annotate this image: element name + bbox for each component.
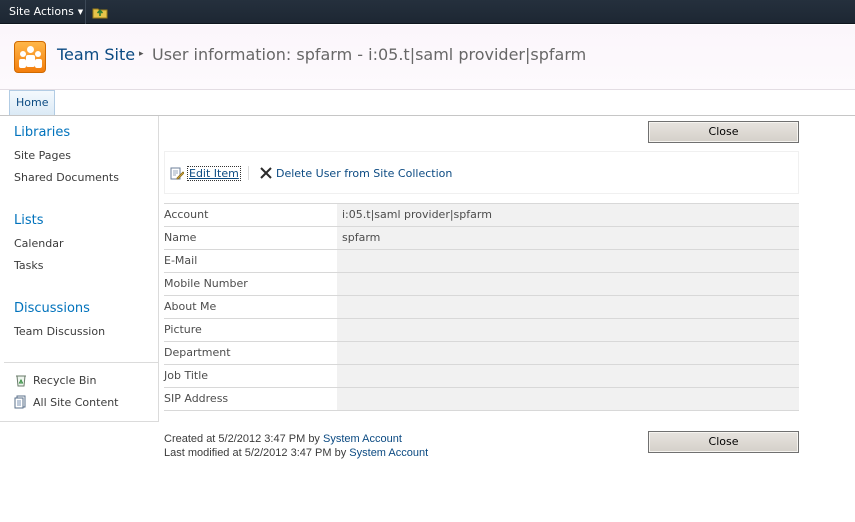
property-value	[337, 319, 799, 341]
tab-home[interactable]: Home	[9, 90, 56, 115]
created-by-link[interactable]: System Account	[323, 433, 402, 445]
quick-launch: Libraries Site Pages Shared Documents Li…	[0, 116, 159, 422]
chevron-down-icon: ▼	[77, 8, 84, 16]
property-row-email: E-Mail	[164, 250, 799, 273]
property-value	[337, 388, 799, 410]
property-row-about-me: About Me	[164, 296, 799, 319]
property-value: i:05.t|saml provider|spfarm	[337, 204, 799, 226]
site-actions-label: Site Actions	[9, 5, 74, 18]
property-value	[337, 342, 799, 364]
all-site-content-icon	[14, 395, 26, 409]
property-label: Account	[164, 204, 337, 226]
title-area: Team Site ▸ User information: spfarm - i…	[0, 25, 855, 90]
property-value	[337, 296, 799, 318]
property-label: Name	[164, 227, 337, 249]
nav-item-site-pages[interactable]: Site Pages	[14, 149, 71, 162]
nav-item-all-site-content[interactable]: All Site Content	[14, 395, 119, 409]
item-toolbar: Edit Item Delete User from Site Collecti…	[164, 151, 799, 194]
nav-heading-lists[interactable]: Lists	[14, 213, 44, 228]
nav-item-calendar[interactable]: Calendar	[14, 237, 63, 250]
property-label: SIP Address	[164, 388, 337, 410]
property-value	[337, 273, 799, 295]
property-row-picture: Picture	[164, 319, 799, 342]
site-actions-menu[interactable]: Site Actions ▼	[0, 0, 86, 24]
ribbon-bar: Site Actions ▼	[0, 0, 855, 24]
item-audit-info: Created at 5/2/2012 3:47 PM by System Ac…	[164, 432, 428, 460]
nav-item-team-discussion[interactable]: Team Discussion	[14, 325, 105, 338]
breadcrumb-arrow-icon: ▸	[139, 49, 144, 59]
nav-item-recycle-bin[interactable]: Recycle Bin	[14, 373, 96, 387]
property-value	[337, 365, 799, 387]
breadcrumb-site-link[interactable]: Team Site	[57, 45, 135, 64]
edit-item-label: Edit Item	[187, 166, 241, 181]
page-title: User information: spfarm - i:05.t|saml p…	[152, 45, 587, 64]
nav-divider	[4, 362, 158, 363]
toolbar-separator	[248, 166, 249, 180]
all-site-content-label: All Site Content	[33, 396, 119, 409]
property-label: Picture	[164, 319, 337, 341]
delete-user-label: Delete User from Site Collection	[276, 167, 453, 180]
recycle-bin-label: Recycle Bin	[33, 374, 97, 387]
delete-x-icon	[260, 167, 272, 179]
delete-user-button[interactable]: Delete User from Site Collection	[259, 166, 452, 180]
user-properties-table: Account i:05.t|saml provider|spfarm Name…	[164, 203, 799, 411]
nav-item-tasks[interactable]: Tasks	[14, 259, 43, 272]
property-label: Department	[164, 342, 337, 364]
close-button-bottom[interactable]: Close	[648, 431, 799, 453]
recycle-bin-icon	[16, 375, 26, 387]
modified-text: Last modified at 5/2/2012 3:47 PM by	[164, 447, 347, 459]
close-button-top[interactable]: Close	[648, 121, 799, 143]
property-row-name: Name spfarm	[164, 227, 799, 250]
property-row-sip-address: SIP Address	[164, 388, 799, 411]
property-label: About Me	[164, 296, 337, 318]
navigate-up-icon[interactable]	[92, 5, 108, 19]
top-navigation: Home	[0, 90, 855, 116]
created-info: Created at 5/2/2012 3:47 PM by System Ac…	[164, 432, 428, 446]
created-text: Created at 5/2/2012 3:47 PM by	[164, 433, 320, 445]
property-row-mobile-number: Mobile Number	[164, 273, 799, 296]
edit-icon	[170, 167, 184, 180]
property-label: Job Title	[164, 365, 337, 387]
edit-item-button[interactable]: Edit Item	[170, 166, 241, 181]
property-row-department: Department	[164, 342, 799, 365]
property-row-job-title: Job Title	[164, 365, 799, 388]
property-value: spfarm	[337, 227, 799, 249]
property-label: Mobile Number	[164, 273, 337, 295]
team-site-logo-icon[interactable]	[14, 41, 46, 73]
property-row-account: Account i:05.t|saml provider|spfarm	[164, 204, 799, 227]
nav-heading-discussions[interactable]: Discussions	[14, 301, 90, 316]
property-label: E-Mail	[164, 250, 337, 272]
nav-item-shared-documents[interactable]: Shared Documents	[14, 171, 119, 184]
modified-info: Last modified at 5/2/2012 3:47 PM by Sys…	[164, 446, 428, 460]
property-value	[337, 250, 799, 272]
nav-heading-libraries[interactable]: Libraries	[14, 125, 70, 140]
modified-by-link[interactable]: System Account	[349, 447, 428, 459]
